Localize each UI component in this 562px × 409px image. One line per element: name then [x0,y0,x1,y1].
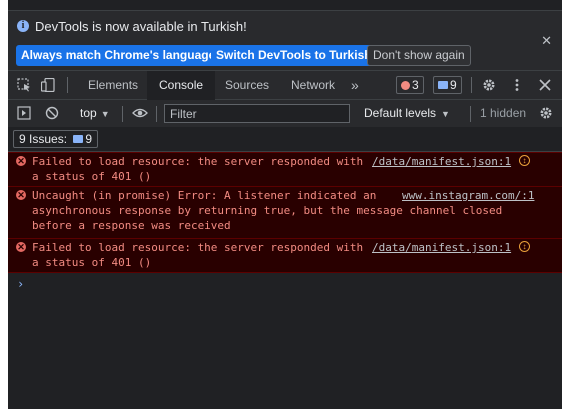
message-text: Failed to load resource: the server resp… [32,155,364,183]
console-prompt[interactable]: › [17,277,24,291]
more-options-icon[interactable] [510,78,524,92]
devtools-panel: i DevTools is now available in Turkish! … [8,11,562,409]
chevron-down-icon: ▼ [100,109,110,119]
message-icon [438,81,448,89]
match-language-button[interactable]: Always match Chrome's language [16,45,221,66]
hidden-count: 1 hidden [480,106,527,120]
toolbar-separator [156,106,157,122]
tab-separator [471,77,472,93]
sidebar-toggle-icon[interactable] [17,106,31,120]
device-toolbar-icon[interactable] [41,78,55,92]
source-link[interactable]: www.instagram.com/:1 [402,188,534,203]
error-count-badge[interactable]: 3 [396,76,424,94]
window-edge [0,0,8,409]
source-link[interactable]: /data/manifest.json:1 [372,240,511,255]
console-message-error: ✕ Failed to load resource: the server re… [8,238,562,273]
close-devtools-icon[interactable] [538,78,552,92]
dont-show-again-button[interactable]: Don't show again [367,45,471,66]
language-infobar: i DevTools is now available in Turkish! … [8,11,562,71]
info-icon: i [17,20,29,32]
tab-sources[interactable]: Sources [213,71,281,99]
context-label: top [80,106,97,120]
tab-separator [67,77,68,93]
context-selector[interactable]: top ▼ [80,106,110,120]
error-x-icon: ✕ [16,242,26,252]
message-count: 9 [450,78,457,92]
gear-icon[interactable] [482,78,496,92]
tab-console[interactable]: Console [147,71,216,100]
clear-console-icon[interactable] [45,106,59,120]
switch-language-button[interactable]: Switch DevTools to Turkish [211,45,377,66]
console-message-error: ✕ Failed to load resource: the server re… [8,152,562,187]
inspect-element-icon[interactable] [17,78,31,92]
issues-bar: 9 Issues: 9 [8,127,562,152]
issues-button[interactable]: 9 Issues: 9 [13,130,99,148]
close-icon[interactable]: ✕ [541,33,552,49]
console-settings-gear-icon[interactable] [539,106,553,120]
log-levels-dropdown[interactable]: Default levels ▼ [364,106,450,120]
source-network-icon[interactable]: ↕ [519,241,530,252]
error-x-icon: ✕ [16,190,26,200]
message-text: Failed to load resource: the server resp… [32,241,364,269]
tab-elements[interactable]: Elements [76,71,150,99]
top-strip [8,0,562,11]
toolbar-separator [122,106,123,122]
more-tabs-icon[interactable]: » [345,71,365,99]
error-count: 3 [412,78,419,92]
issues-count: 9 [85,132,93,146]
eye-icon[interactable] [132,106,148,120]
error-x-icon: ✕ [16,156,26,166]
main-tab-bar: Elements Console Sources Network » 3 9 [8,71,562,100]
source-network-icon[interactable]: ↕ [519,155,530,166]
issues-message-icon [73,135,84,143]
tab-network[interactable]: Network [279,71,347,99]
source-link[interactable]: /data/manifest.json:1 [372,154,511,169]
log-levels-label: Default levels [364,106,437,120]
issues-label: 9 Issues: [19,132,68,146]
toolbar-separator [470,106,471,122]
message-count-badge[interactable]: 9 [433,76,462,94]
filter-input[interactable] [164,104,350,123]
infobar-message: DevTools is now available in Turkish! [35,19,247,34]
console-toolbar: top▼ Default levels▼ 1 hidden [8,100,562,128]
error-icon [401,81,410,90]
chevron-down-icon: ▼ [441,109,450,119]
console-message-error: ✕ Uncaught (in promise) Error: A listene… [8,186,562,239]
